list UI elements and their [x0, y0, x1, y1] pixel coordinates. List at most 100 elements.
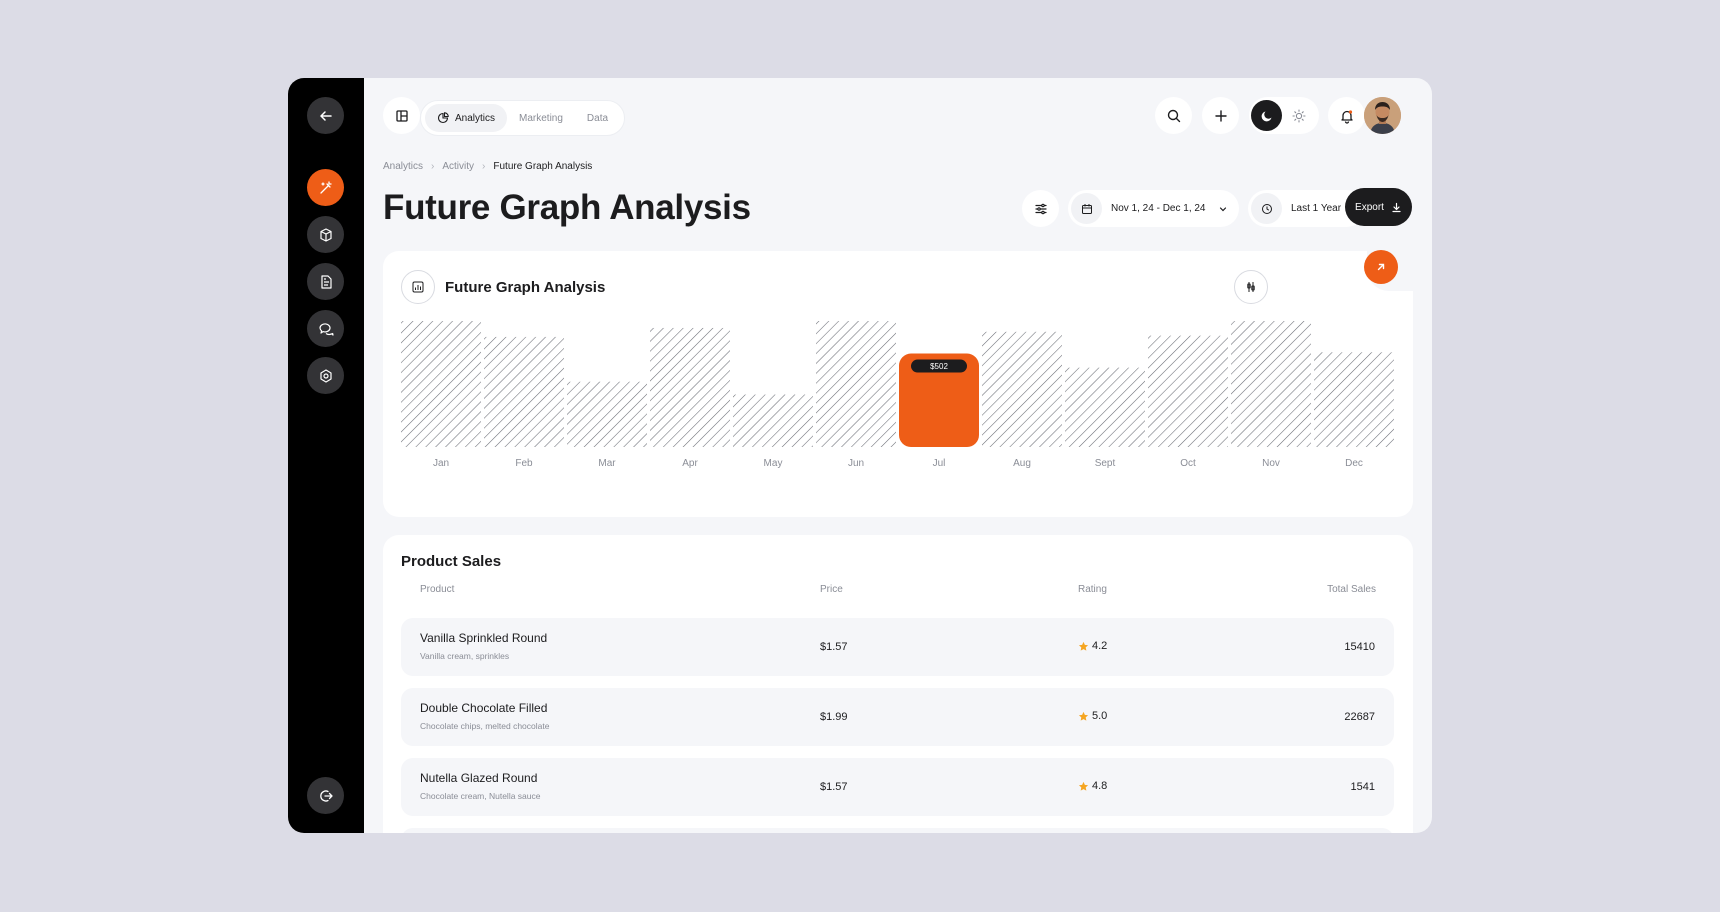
bar-may[interactable]	[733, 394, 813, 447]
tab-label: Marketing	[519, 112, 563, 124]
add-button[interactable]	[1202, 97, 1239, 134]
tab-label: Analytics	[455, 112, 496, 124]
tab-label: Data	[586, 112, 609, 124]
magic-wand-icon	[319, 180, 332, 194]
breadcrumb-analytics[interactable]: Analytics	[383, 161, 423, 172]
chart-title: Future Graph Analysis	[445, 279, 606, 296]
back-arrow-icon	[319, 110, 332, 121]
bar-aug[interactable]	[982, 331, 1062, 447]
settings-hex-icon	[319, 368, 332, 383]
layout-icon	[395, 109, 408, 122]
table-row[interactable]: Nutella Glazed Round Chocolate cream, Nu…	[401, 758, 1394, 816]
rating-value: 5.0	[1092, 710, 1108, 722]
date-range-label: Nov 1, 24 - Dec 1, 24	[1111, 203, 1206, 214]
x-tick-label: Jan	[433, 458, 449, 469]
star-icon	[1078, 781, 1089, 791]
bar-feb[interactable]	[484, 336, 564, 447]
column-header-rating[interactable]: Rating	[1078, 584, 1107, 595]
period-label: Last 1 Year	[1291, 203, 1342, 214]
box-icon	[319, 227, 332, 242]
product-price: $1.99	[820, 711, 848, 723]
notifications-button[interactable]	[1328, 97, 1365, 134]
export-label: Export	[1355, 201, 1384, 213]
product-desc: Chocolate chips, melted chocolate	[420, 721, 550, 731]
theme-toggle	[1249, 97, 1319, 134]
layout-toggle-button[interactable]	[383, 97, 420, 134]
sidebar-item-documents[interactable]	[307, 263, 344, 300]
product-desc: Vanilla cream, sprinkles	[420, 651, 510, 661]
back-button[interactable]	[307, 97, 344, 134]
bar-oct[interactable]	[1148, 335, 1228, 447]
logout-button[interactable]	[307, 777, 344, 814]
rating-value: 4.2	[1092, 640, 1108, 652]
avatar[interactable]	[1364, 97, 1401, 134]
light-mode-button[interactable]	[1282, 100, 1315, 131]
column-header-total-sales[interactable]: Total Sales	[1327, 584, 1376, 595]
bar-nov[interactable]	[1231, 321, 1311, 447]
clock-icon	[1251, 193, 1282, 224]
tab-data[interactable]: Data	[575, 104, 620, 132]
bar-jan[interactable]	[401, 321, 481, 447]
view-tabs: Analytics Marketing Data	[420, 100, 626, 136]
table-row-partial[interactable]	[401, 828, 1394, 833]
sun-icon	[1291, 108, 1306, 123]
product-price: $1.57	[820, 781, 848, 793]
x-tick-label: Oct	[1180, 458, 1196, 469]
breadcrumb-activity[interactable]: Activity	[442, 161, 474, 172]
moon-icon	[1261, 111, 1271, 121]
x-tick-label: Jul	[933, 458, 946, 469]
date-range-picker[interactable]: Nov 1, 24 - Dec 1, 24	[1068, 190, 1239, 227]
sidebar	[288, 78, 364, 833]
column-header-price[interactable]: Price	[820, 584, 843, 595]
product-name: Vanilla Sprinkled Round	[420, 631, 548, 645]
sidebar-item-tools[interactable]	[307, 169, 344, 206]
star-icon	[1078, 711, 1089, 721]
x-tick-label: Dec	[1345, 458, 1363, 469]
calendar-icon	[1071, 193, 1102, 224]
logout-icon	[319, 789, 333, 802]
product-sales-title: Product Sales	[401, 553, 502, 570]
tab-analytics[interactable]: Analytics	[425, 104, 508, 132]
chart-card: Future Graph Analysis Jan Feb Mar Apr May Jun…	[383, 247, 1415, 517]
product-sales-card: Product Sales Product Price Rating Total…	[383, 535, 1413, 833]
tab-marketing[interactable]: Marketing	[507, 104, 575, 132]
bar-apr[interactable]	[650, 327, 730, 447]
export-button[interactable]: Export	[1345, 188, 1412, 226]
column-header-product[interactable]: Product	[420, 584, 454, 595]
bar-sept[interactable]	[1065, 367, 1145, 447]
star-icon	[1078, 641, 1089, 651]
table-row[interactable]: Vanilla Sprinkled Round Vanilla cream, s…	[401, 618, 1394, 676]
top-bar: Analytics Marketing Data	[364, 78, 1432, 158]
x-tick-label: Jun	[848, 458, 864, 469]
search-button[interactable]	[1155, 97, 1192, 134]
product-name: Nutella Glazed Round	[420, 771, 538, 785]
sidebar-item-settings[interactable]	[307, 357, 344, 394]
filter-button[interactable]	[1022, 190, 1059, 227]
chevron-right-icon: ›	[431, 161, 435, 172]
x-tick-label: Aug	[1013, 458, 1031, 469]
document-icon	[320, 274, 332, 289]
chevron-right-icon: ›	[482, 161, 486, 172]
bar-mar[interactable]	[567, 381, 647, 447]
table-row[interactable]: Double Chocolate Filled Chocolate chips,…	[401, 688, 1394, 746]
arrow-up-right-icon	[1377, 263, 1385, 271]
expand-chart-button[interactable]	[1364, 250, 1398, 284]
chevron-down-icon	[1219, 206, 1227, 211]
product-total-sales: 15410	[1344, 641, 1375, 653]
download-icon	[1392, 202, 1401, 212]
sidebar-item-messages[interactable]	[307, 310, 344, 347]
app-window: Analytics Marketing Data Analytics › Act…	[288, 78, 1432, 833]
candlestick-icon	[1247, 282, 1255, 292]
dark-mode-button[interactable]	[1251, 100, 1282, 131]
sliders-icon	[1034, 203, 1047, 214]
bell-icon	[1340, 109, 1353, 124]
x-tick-label: Nov	[1262, 458, 1280, 469]
x-tick-label: Mar	[598, 458, 616, 469]
chart-options-button[interactable]	[1234, 270, 1268, 304]
x-tick-label: May	[764, 458, 783, 469]
bar-chart-icon	[401, 270, 435, 304]
sidebar-item-products[interactable]	[307, 216, 344, 253]
bar-dec[interactable]	[1314, 352, 1394, 447]
main-content: Analytics Marketing Data Analytics › Act…	[364, 78, 1432, 833]
bar-jun[interactable]	[816, 321, 896, 447]
